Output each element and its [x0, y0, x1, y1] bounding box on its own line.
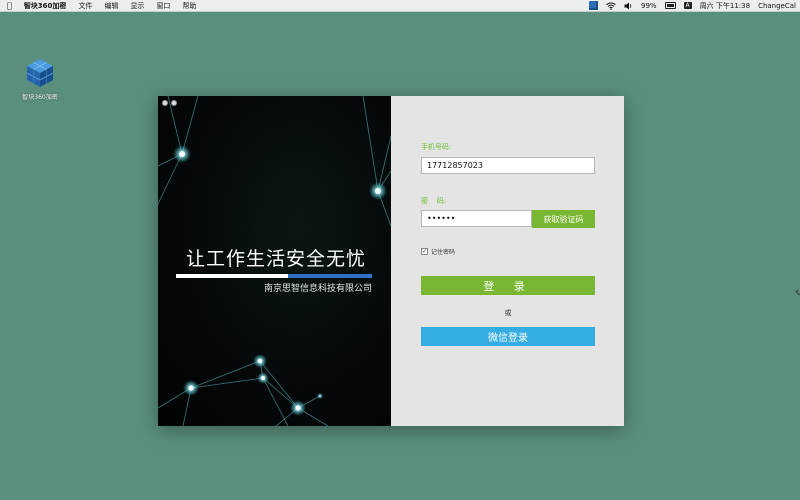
slogan-text: 让工作生活安全无忧: [185, 248, 366, 270]
get-verification-code-button[interactable]: 获取验证码: [532, 210, 595, 228]
phone-label: 手机号码:: [421, 143, 452, 151]
menu-app-name[interactable]: 智块360加密: [24, 1, 67, 11]
slogan-block: 让工作生活安全无忧 南京思智信息科技有限公司: [176, 244, 376, 294]
speaker-icon[interactable]: [624, 2, 633, 10]
close-button[interactable]: [162, 100, 168, 106]
edge-chevron-icon: [795, 289, 800, 296]
wechat-login-button[interactable]: 微信登录: [421, 327, 595, 346]
input-method-label[interactable]: ChangeCal: [758, 2, 796, 10]
cube-icon: [26, 59, 54, 87]
company-name: 南京思智信息科技有限公司: [263, 284, 372, 294]
menu-window[interactable]: 窗口: [156, 1, 170, 11]
remember-password-label: 记住密码: [431, 249, 456, 256]
menubar-clock[interactable]: 周六 下午11:38: [700, 1, 750, 11]
menu-bar:  智块360加密 文件 编辑 显示 窗口 帮助 99% A 周六 下午11:3…: [0, 0, 800, 12]
password-label: 密 码:: [421, 197, 447, 205]
remember-password-checkbox[interactable]: ✓: [421, 248, 428, 255]
menu-file[interactable]: 文件: [78, 1, 92, 11]
minimize-button[interactable]: [171, 100, 177, 106]
wifi-icon[interactable]: [606, 2, 616, 10]
battery-icon[interactable]: [664, 2, 676, 9]
remember-password-option[interactable]: ✓ 记住密码: [421, 247, 455, 256]
desktop-app-icon[interactable]: 智块360加密: [15, 57, 65, 101]
or-separator: 或: [504, 309, 512, 317]
password-input[interactable]: ••••••: [421, 210, 532, 227]
menu-view[interactable]: 显示: [130, 1, 144, 11]
login-form-panel: 手机号码: 17712857023 密 码: •••••• 获取验证码 ✓ 记住…: [391, 96, 624, 426]
phone-input[interactable]: 17712857023: [421, 157, 595, 174]
keyboard-input-badge[interactable]: A: [683, 2, 692, 9]
banner-panel: 让工作生活安全无忧 南京思智信息科技有限公司: [158, 96, 391, 426]
menu-edit[interactable]: 编辑: [104, 1, 118, 11]
slogan-underline: [176, 274, 372, 278]
login-window: 让工作生活安全无忧 南京思智信息科技有限公司 手机号码: 17712857023…: [158, 96, 624, 426]
login-button[interactable]: 登 录: [421, 276, 595, 295]
menu-help[interactable]: 帮助: [182, 1, 196, 11]
window-controls: [162, 100, 180, 106]
battery-percent[interactable]: 99%: [641, 2, 657, 10]
apple-logo-icon[interactable]: : [7, 1, 12, 10]
tray-cube-icon[interactable]: [588, 1, 598, 10]
desktop-icon-label: 智块360加密: [22, 94, 58, 101]
